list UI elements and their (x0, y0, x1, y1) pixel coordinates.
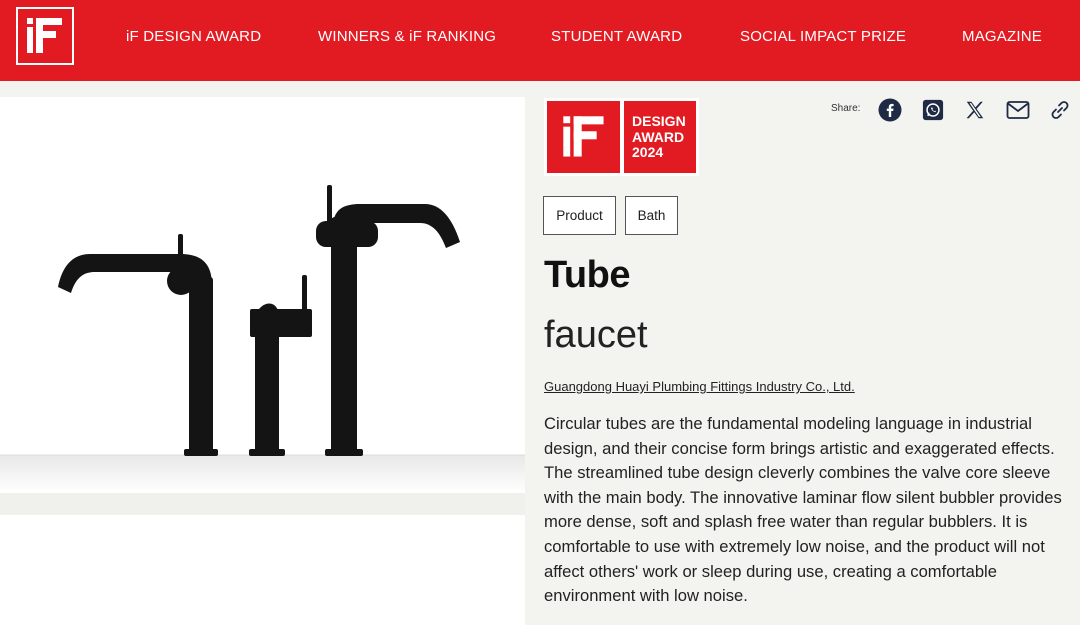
product-description: Circular tubes are the fundamental model… (544, 414, 1062, 606)
badge-line-award: AWARD (632, 128, 685, 145)
badge-line-design: DESIGN (632, 113, 686, 129)
if-logo-icon[interactable] (16, 7, 74, 65)
badge-line-year: 2024 (632, 144, 664, 160)
faucet-middle (249, 275, 312, 456)
mail-icon[interactable] (1005, 97, 1031, 123)
link-icon[interactable] (1047, 97, 1073, 123)
company-link[interactable]: Guangdong Huayi Plumbing Fittings Indust… (544, 379, 855, 394)
faucet-left (58, 234, 218, 456)
nav-if-design-award[interactable]: iF DESIGN AWARD (126, 28, 261, 45)
nav-magazine[interactable]: MAGAZINE (962, 28, 1042, 45)
x-icon[interactable] (962, 97, 988, 123)
image-caption-strip (0, 493, 525, 515)
nav-social-impact-prize[interactable]: SOCIAL IMPACT PRIZE (740, 28, 906, 45)
badge-text: DESIGN AWARD 2024 (624, 101, 696, 173)
if-logo-icon (547, 101, 620, 173)
tag-product[interactable]: Product (543, 196, 616, 235)
whatsapp-icon[interactable] (920, 97, 946, 123)
nav-student-award[interactable]: STUDENT AWARD (551, 28, 682, 45)
image-gallery-area (0, 515, 525, 625)
facebook-icon[interactable] (877, 97, 903, 123)
product-image[interactable] (0, 97, 525, 493)
product-category: faucet (544, 314, 648, 356)
product-title: Tube (544, 254, 630, 296)
nav-winners-ranking[interactable]: WINNERS & iF RANKING (318, 28, 496, 45)
share-label: Share: (831, 103, 861, 114)
faucet-right (316, 185, 460, 456)
if-design-award-2024-badge: DESIGN AWARD 2024 (544, 98, 699, 176)
top-navigation-bar: iF DESIGN AWARD WINNERS & iF RANKING STU… (0, 0, 1080, 81)
tag-bath[interactable]: Bath (625, 196, 678, 235)
